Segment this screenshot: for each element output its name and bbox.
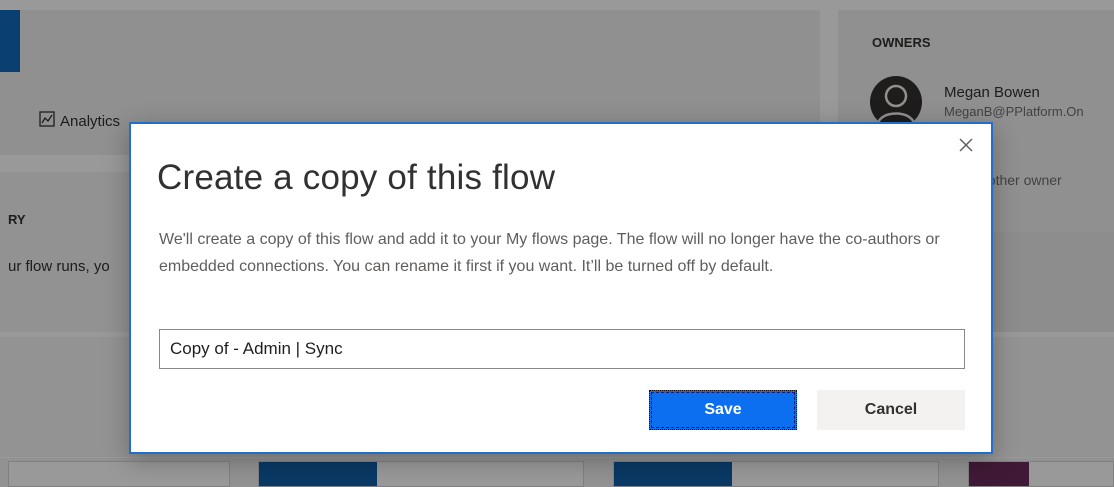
cancel-button[interactable]: Cancel bbox=[817, 390, 965, 430]
close-icon bbox=[959, 138, 973, 152]
copy-flow-dialog: Create a copy of this flow We'll create … bbox=[129, 122, 993, 454]
flow-name-input[interactable] bbox=[159, 329, 965, 369]
page-stage: Analytics OWNERS Megan Bowen MeganB@PPla… bbox=[0, 0, 1114, 487]
save-button[interactable]: Save bbox=[649, 390, 797, 430]
close-button[interactable] bbox=[953, 132, 979, 158]
dialog-title: Create a copy of this flow bbox=[157, 158, 556, 197]
dialog-description: We'll create a copy of this flow and add… bbox=[159, 231, 940, 275]
